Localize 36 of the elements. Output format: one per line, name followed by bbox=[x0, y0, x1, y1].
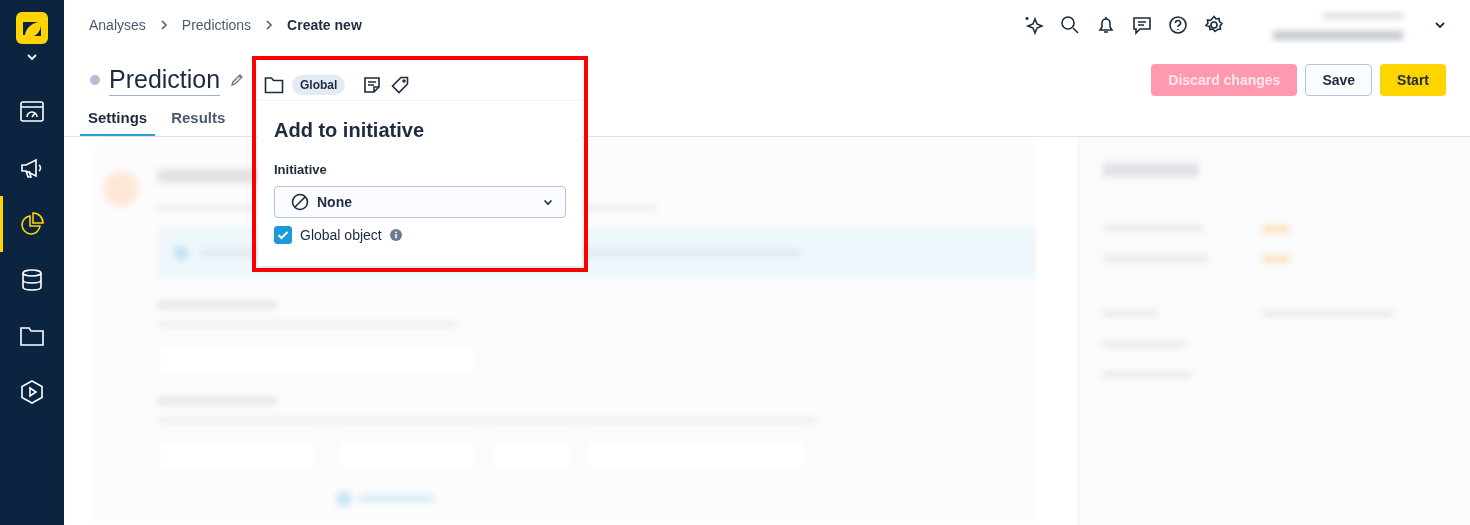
help-icon[interactable] bbox=[1168, 14, 1188, 35]
play-icon[interactable] bbox=[19, 379, 45, 405]
scope-chip[interactable]: Global bbox=[292, 75, 346, 95]
status-dot bbox=[90, 75, 100, 86]
tag-icon[interactable] bbox=[391, 76, 410, 94]
chevron-down-icon[interactable] bbox=[1434, 20, 1446, 29]
start-button[interactable]: Start bbox=[1380, 64, 1446, 97]
tab[interactable]: Results bbox=[163, 103, 234, 136]
popover-heading: Add to initiative bbox=[274, 119, 425, 142]
field-label: Initiative bbox=[274, 162, 328, 177]
chevron-right-icon bbox=[159, 18, 168, 31]
page-title[interactable]: Prediction bbox=[109, 64, 221, 96]
sparkle-icon[interactable] bbox=[1024, 14, 1044, 35]
gauge-icon[interactable] bbox=[19, 99, 45, 125]
breadcrumb-link[interactable]: Create new bbox=[287, 16, 362, 33]
breadcrumb-link[interactable]: Predictions bbox=[181, 16, 252, 33]
chat-icon[interactable] bbox=[1132, 14, 1152, 35]
logo-icon[interactable] bbox=[16, 12, 48, 44]
check-icon bbox=[277, 230, 289, 240]
checkbox-label[interactable]: Global object bbox=[300, 227, 382, 243]
search-icon[interactable] bbox=[1060, 14, 1080, 35]
caret-icon bbox=[543, 198, 553, 206]
pie-chart-icon[interactable] bbox=[19, 211, 45, 237]
tab[interactable]: Settings bbox=[80, 103, 156, 136]
settings-icon[interactable] bbox=[1204, 14, 1224, 35]
chevron-right-icon bbox=[265, 18, 274, 31]
breadcrumb-link[interactable]: Analyses bbox=[89, 16, 146, 33]
folder-icon[interactable] bbox=[264, 76, 284, 94]
none-icon bbox=[291, 193, 309, 211]
note-icon[interactable] bbox=[363, 76, 382, 94]
save-button[interactable]: Save bbox=[1305, 64, 1373, 97]
checkbox[interactable] bbox=[274, 226, 292, 244]
initiative-select[interactable]: None bbox=[274, 186, 566, 218]
info-icon[interactable] bbox=[389, 229, 402, 241]
bell-icon[interactable] bbox=[1096, 14, 1116, 35]
database-icon[interactable] bbox=[19, 267, 45, 293]
